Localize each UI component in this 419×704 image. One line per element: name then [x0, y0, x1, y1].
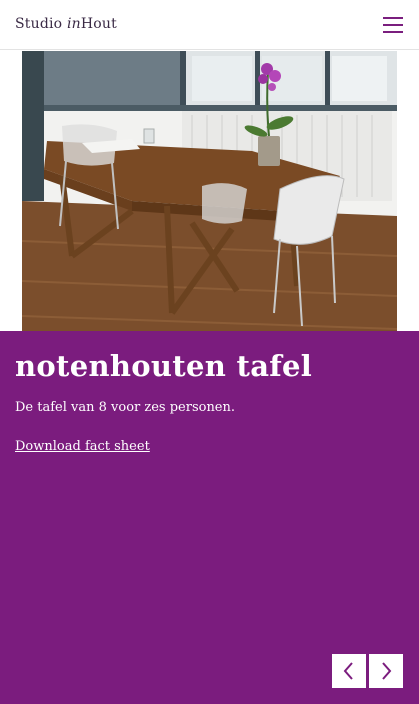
chevron-left-icon	[343, 662, 353, 680]
site-logo[interactable]: Studio inHout	[15, 16, 117, 32]
product-description: De tafel van 8 voor zes personen.	[15, 400, 236, 415]
chevron-right-icon	[382, 662, 392, 680]
product-info-panel: notenhouten tafel De tafel van 8 voor ze…	[0, 331, 419, 704]
carousel-prev-button[interactable]	[332, 654, 366, 688]
carousel-next-button[interactable]	[369, 654, 403, 688]
logo-suffix: Hout	[80, 16, 117, 32]
product-photo	[22, 51, 397, 331]
hamburger-menu-icon[interactable]	[381, 14, 405, 36]
download-fact-sheet-link[interactable]: Download fact sheet	[15, 439, 150, 454]
logo-italic: in	[66, 16, 81, 32]
site-header: Studio inHout	[0, 0, 419, 50]
product-title: notenhouten tafel	[15, 349, 313, 383]
logo-prefix: Studio	[15, 16, 67, 32]
